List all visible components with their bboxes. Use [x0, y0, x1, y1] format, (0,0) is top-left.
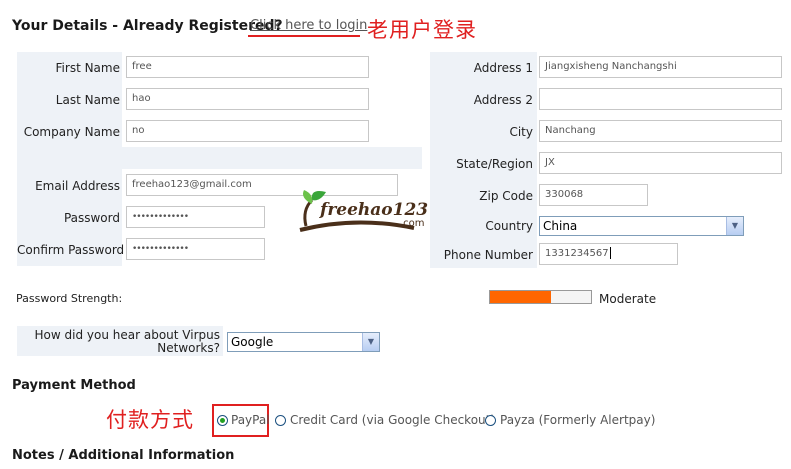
chevron-down-icon[interactable]: ▼ [726, 217, 743, 235]
confirm-password-label: Confirm Password [17, 243, 125, 257]
annotation-login: 老用户登录 [367, 18, 477, 42]
watermark-tld: .com [400, 218, 425, 229]
company-name-label: Company Name [23, 125, 120, 139]
country-select-value: China [543, 219, 578, 233]
password-strength-value: Moderate [599, 292, 657, 306]
referral-select-value: Google [231, 335, 274, 349]
password-label: Password [63, 211, 120, 225]
phone-value: 1331234567 [545, 248, 609, 259]
login-link[interactable]: Click here to login [250, 18, 367, 33]
country-select[interactable]: China ▼ [539, 216, 744, 236]
address2-field[interactable] [539, 88, 782, 110]
left-label-column [17, 52, 122, 266]
password-field[interactable]: ••••••••••••• [126, 206, 265, 228]
referral-question: How did you hear about Virpus Networks? [34, 328, 220, 355]
annotation-payment: 付款方式 [106, 408, 194, 432]
confirm-password-field[interactable]: ••••••••••••• [126, 238, 265, 260]
city-label: City [509, 125, 533, 139]
address1-label: Address 1 [473, 61, 533, 75]
credit-card-option-label[interactable]: Credit Card (via Google Checkout) [290, 413, 495, 427]
company-name-field[interactable]: no [126, 120, 369, 142]
phone-label: Phone Number [443, 248, 533, 262]
section-title-notes: Notes / Additional Information [12, 448, 235, 463]
referral-select[interactable]: Google ▼ [227, 332, 380, 352]
address2-label: Address 2 [473, 93, 533, 107]
last-name-label: Last Name [55, 93, 120, 107]
zip-label: Zip Code [479, 189, 533, 203]
last-name-field[interactable]: hao [126, 88, 369, 110]
password-strength-meter [489, 290, 592, 304]
zip-field[interactable]: 330068 [539, 184, 648, 206]
city-field[interactable]: Nanchang [539, 120, 782, 142]
section-title-payment-method: Payment Method [12, 378, 136, 393]
state-field[interactable]: JX [539, 152, 782, 174]
login-link-highlight [248, 35, 360, 37]
first-name-label: First Name [55, 61, 120, 75]
credit-card-radio[interactable] [275, 415, 286, 426]
email-label: Email Address [35, 179, 120, 193]
paypal-radio[interactable] [217, 415, 228, 426]
password-strength-label: Password Strength: [16, 292, 123, 305]
section-title-your-details: Your Details - Already Registered? [12, 18, 283, 34]
freehao123-watermark: freehao123 .com [296, 186, 429, 236]
text-caret [609, 247, 611, 259]
address1-field[interactable]: Jiangxisheng Nanchangshi [539, 56, 782, 78]
state-label: State/Region [456, 157, 533, 171]
paypal-option-label[interactable]: PayPal [231, 413, 270, 427]
phone-field[interactable]: 1331234567 [539, 243, 678, 265]
watermark-brand: freehao123 [320, 200, 429, 220]
payza-option-label[interactable]: Payza (Formerly Alertpay) [500, 413, 655, 427]
chevron-down-icon[interactable]: ▼ [362, 333, 379, 351]
payza-radio[interactable] [485, 415, 496, 426]
first-name-field[interactable]: free [126, 56, 369, 78]
left-spacer-row [122, 147, 422, 169]
password-strength-fill [490, 291, 551, 303]
country-label: Country [485, 219, 533, 233]
